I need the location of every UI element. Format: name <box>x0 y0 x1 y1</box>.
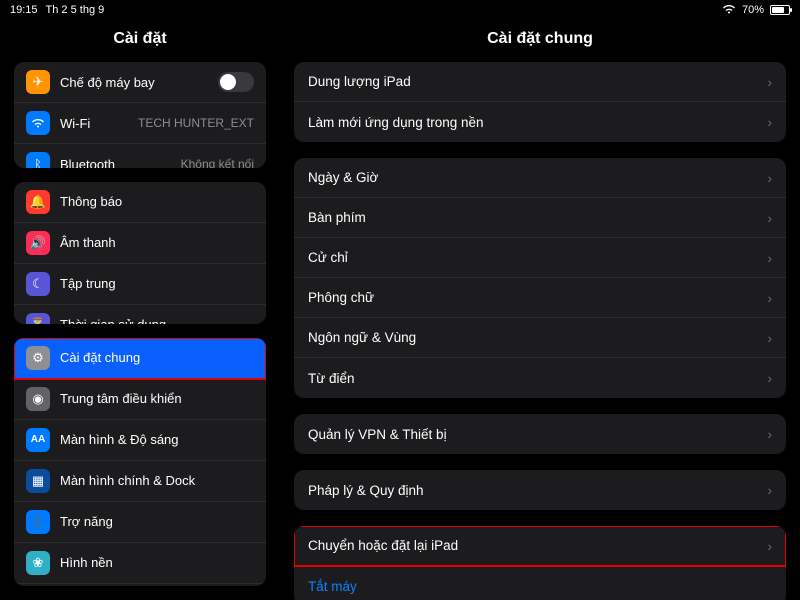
row-dictionary[interactable]: Từ điển › <box>294 358 786 398</box>
row-label: Quản lý VPN & Thiết bị <box>308 427 767 442</box>
main-group-legal: Pháp lý & Quy định › <box>294 470 786 510</box>
gear-icon: ⚙ <box>26 346 50 370</box>
sidebar-item-airplane[interactable]: ✈︎ Chế độ máy bay <box>14 62 266 103</box>
sidebar-item-label: Wi-Fi <box>60 116 128 131</box>
row-label: Làm mới ứng dụng trong nền <box>308 115 767 130</box>
row-label: Từ điển <box>308 371 767 386</box>
row-legal[interactable]: Pháp lý & Quy định › <box>294 470 786 510</box>
chevron-right-icon: › <box>767 210 772 226</box>
moon-icon: ☾ <box>26 272 50 296</box>
sidebar-item-home-dock[interactable]: ▦ Màn hình chính & Dock <box>14 461 266 502</box>
row-label: Phông chữ <box>308 290 767 305</box>
row-keyboard[interactable]: Bàn phím › <box>294 198 786 238</box>
battery-icon <box>770 5 790 15</box>
chevron-right-icon: › <box>767 482 772 498</box>
row-label: Chuyển hoặc đặt lại iPad <box>308 538 767 553</box>
status-date: Th 2 5 thg 9 <box>46 4 105 16</box>
row-label: Ngày & Giờ <box>308 170 767 185</box>
row-background-refresh[interactable]: Làm mới ứng dụng trong nền › <box>294 102 786 142</box>
sidebar-item-label: Bluetooth <box>60 157 171 168</box>
hourglass-icon: ⏳ <box>26 313 50 324</box>
sidebar-item-control-center[interactable]: ◉ Trung tâm điều khiển <box>14 379 266 420</box>
chevron-right-icon: › <box>767 370 772 386</box>
row-language-region[interactable]: Ngôn ngữ & Vùng › <box>294 318 786 358</box>
sidebar-item-label: Thời gian sử dụng <box>60 317 254 323</box>
flower-icon: ❀ <box>26 551 50 575</box>
main-group-storage: Dung lượng iPad › Làm mới ứng dụng trong… <box>294 62 786 142</box>
sidebar-item-sound[interactable]: 🔊 Âm thanh <box>14 223 266 264</box>
row-shutdown[interactable]: Tắt máy <box>294 566 786 600</box>
main-group-input: Ngày & Giờ › Bàn phím › Cử chỉ › Phông c… <box>294 158 786 398</box>
chevron-right-icon: › <box>767 74 772 90</box>
sidebar-item-bluetooth[interactable]: ᛒ Bluetooth Không kết nối <box>14 144 266 168</box>
sidebar-item-focus[interactable]: ☾ Tập trung <box>14 264 266 305</box>
row-ipad-storage[interactable]: Dung lượng iPad › <box>294 62 786 102</box>
sidebar-item-label: Trợ năng <box>60 514 254 529</box>
sidebar-item-label: Màn hình chính & Dock <box>60 473 254 488</box>
main-panel: Cài đặt chung Dung lượng iPad › Làm mới … <box>280 0 800 600</box>
text-size-icon: AA <box>26 428 50 452</box>
sidebar-item-general[interactable]: ⚙ Cài đặt chung <box>14 338 266 379</box>
sidebar-item-label: Âm thanh <box>60 235 254 250</box>
wifi-icon <box>26 111 50 135</box>
sidebar-item-label: Cài đặt chung <box>60 350 254 365</box>
row-label: Dung lượng iPad <box>308 74 767 89</box>
chevron-right-icon: › <box>767 538 772 554</box>
wifi-icon <box>722 4 736 17</box>
sidebar-item-siri[interactable]: ◉ Siri & Tìm kiếm <box>14 584 266 586</box>
sidebar-item-screentime[interactable]: ⏳ Thời gian sử dụng <box>14 305 266 324</box>
sidebar-item-detail: TECH HUNTER_EXT <box>138 116 254 130</box>
chevron-right-icon: › <box>767 290 772 306</box>
airplane-icon: ✈︎ <box>26 70 50 94</box>
sidebar-item-display[interactable]: AA Màn hình & Độ sáng <box>14 420 266 461</box>
sidebar-group-attention: 🔔 Thông báo 🔊 Âm thanh ☾ Tập trung ⏳ Thờ… <box>14 182 266 324</box>
speaker-icon: 🔊 <box>26 231 50 255</box>
sidebar-group-system: ⚙ Cài đặt chung ◉ Trung tâm điều khiển A… <box>14 338 266 586</box>
row-label: Pháp lý & Quy định <box>308 483 767 498</box>
row-label: Cử chỉ <box>308 250 767 265</box>
sidebar-item-label: Chế độ máy bay <box>60 75 208 90</box>
sidebar-item-label: Hình nền <box>60 555 254 570</box>
sidebar-title: Cài đặt <box>0 20 280 62</box>
bluetooth-icon: ᛒ <box>26 152 50 168</box>
row-label: Tắt máy <box>308 579 772 594</box>
sidebar-item-detail: Không kết nối <box>181 157 254 168</box>
sidebar-item-accessibility[interactable]: 👤 Trợ năng <box>14 502 266 543</box>
row-label: Ngôn ngữ & Vùng <box>308 330 767 345</box>
battery-pct: 70% <box>742 4 764 16</box>
chevron-right-icon: › <box>767 170 772 186</box>
main-group-reset: Chuyển hoặc đặt lại iPad › Tắt máy <box>294 526 786 600</box>
row-gestures[interactable]: Cử chỉ › <box>294 238 786 278</box>
main-title: Cài đặt chung <box>280 20 800 62</box>
accessibility-icon: 👤 <box>26 510 50 534</box>
row-transfer-reset[interactable]: Chuyển hoặc đặt lại iPad › <box>294 526 786 566</box>
sidebar: Cài đặt ✈︎ Chế độ máy bay Wi-Fi TECH HUN… <box>0 0 280 600</box>
chevron-right-icon: › <box>767 330 772 346</box>
sidebar-item-label: Màn hình & Độ sáng <box>60 432 254 447</box>
airplane-toggle[interactable] <box>218 72 254 92</box>
row-label: Bàn phím <box>308 210 767 225</box>
sidebar-item-label: Trung tâm điều khiển <box>60 391 254 406</box>
row-vpn-device[interactable]: Quản lý VPN & Thiết bị › <box>294 414 786 454</box>
sidebar-group-connectivity: ✈︎ Chế độ máy bay Wi-Fi TECH HUNTER_EXT … <box>14 62 266 168</box>
chevron-right-icon: › <box>767 114 772 130</box>
status-bar: 19:15 Th 2 5 thg 9 70% <box>0 0 800 20</box>
switches-icon: ◉ <box>26 387 50 411</box>
sidebar-item-notifications[interactable]: 🔔 Thông báo <box>14 182 266 223</box>
chevron-right-icon: › <box>767 426 772 442</box>
sidebar-item-wallpaper[interactable]: ❀ Hình nền <box>14 543 266 584</box>
sidebar-item-label: Thông báo <box>60 194 254 209</box>
bell-icon: 🔔 <box>26 190 50 214</box>
sidebar-item-label: Tập trung <box>60 276 254 291</box>
row-fonts[interactable]: Phông chữ › <box>294 278 786 318</box>
chevron-right-icon: › <box>767 250 772 266</box>
row-date-time[interactable]: Ngày & Giờ › <box>294 158 786 198</box>
sidebar-item-wifi[interactable]: Wi-Fi TECH HUNTER_EXT <box>14 103 266 144</box>
grid-icon: ▦ <box>26 469 50 493</box>
main-group-vpn: Quản lý VPN & Thiết bị › <box>294 414 786 454</box>
status-time: 19:15 <box>10 4 38 16</box>
